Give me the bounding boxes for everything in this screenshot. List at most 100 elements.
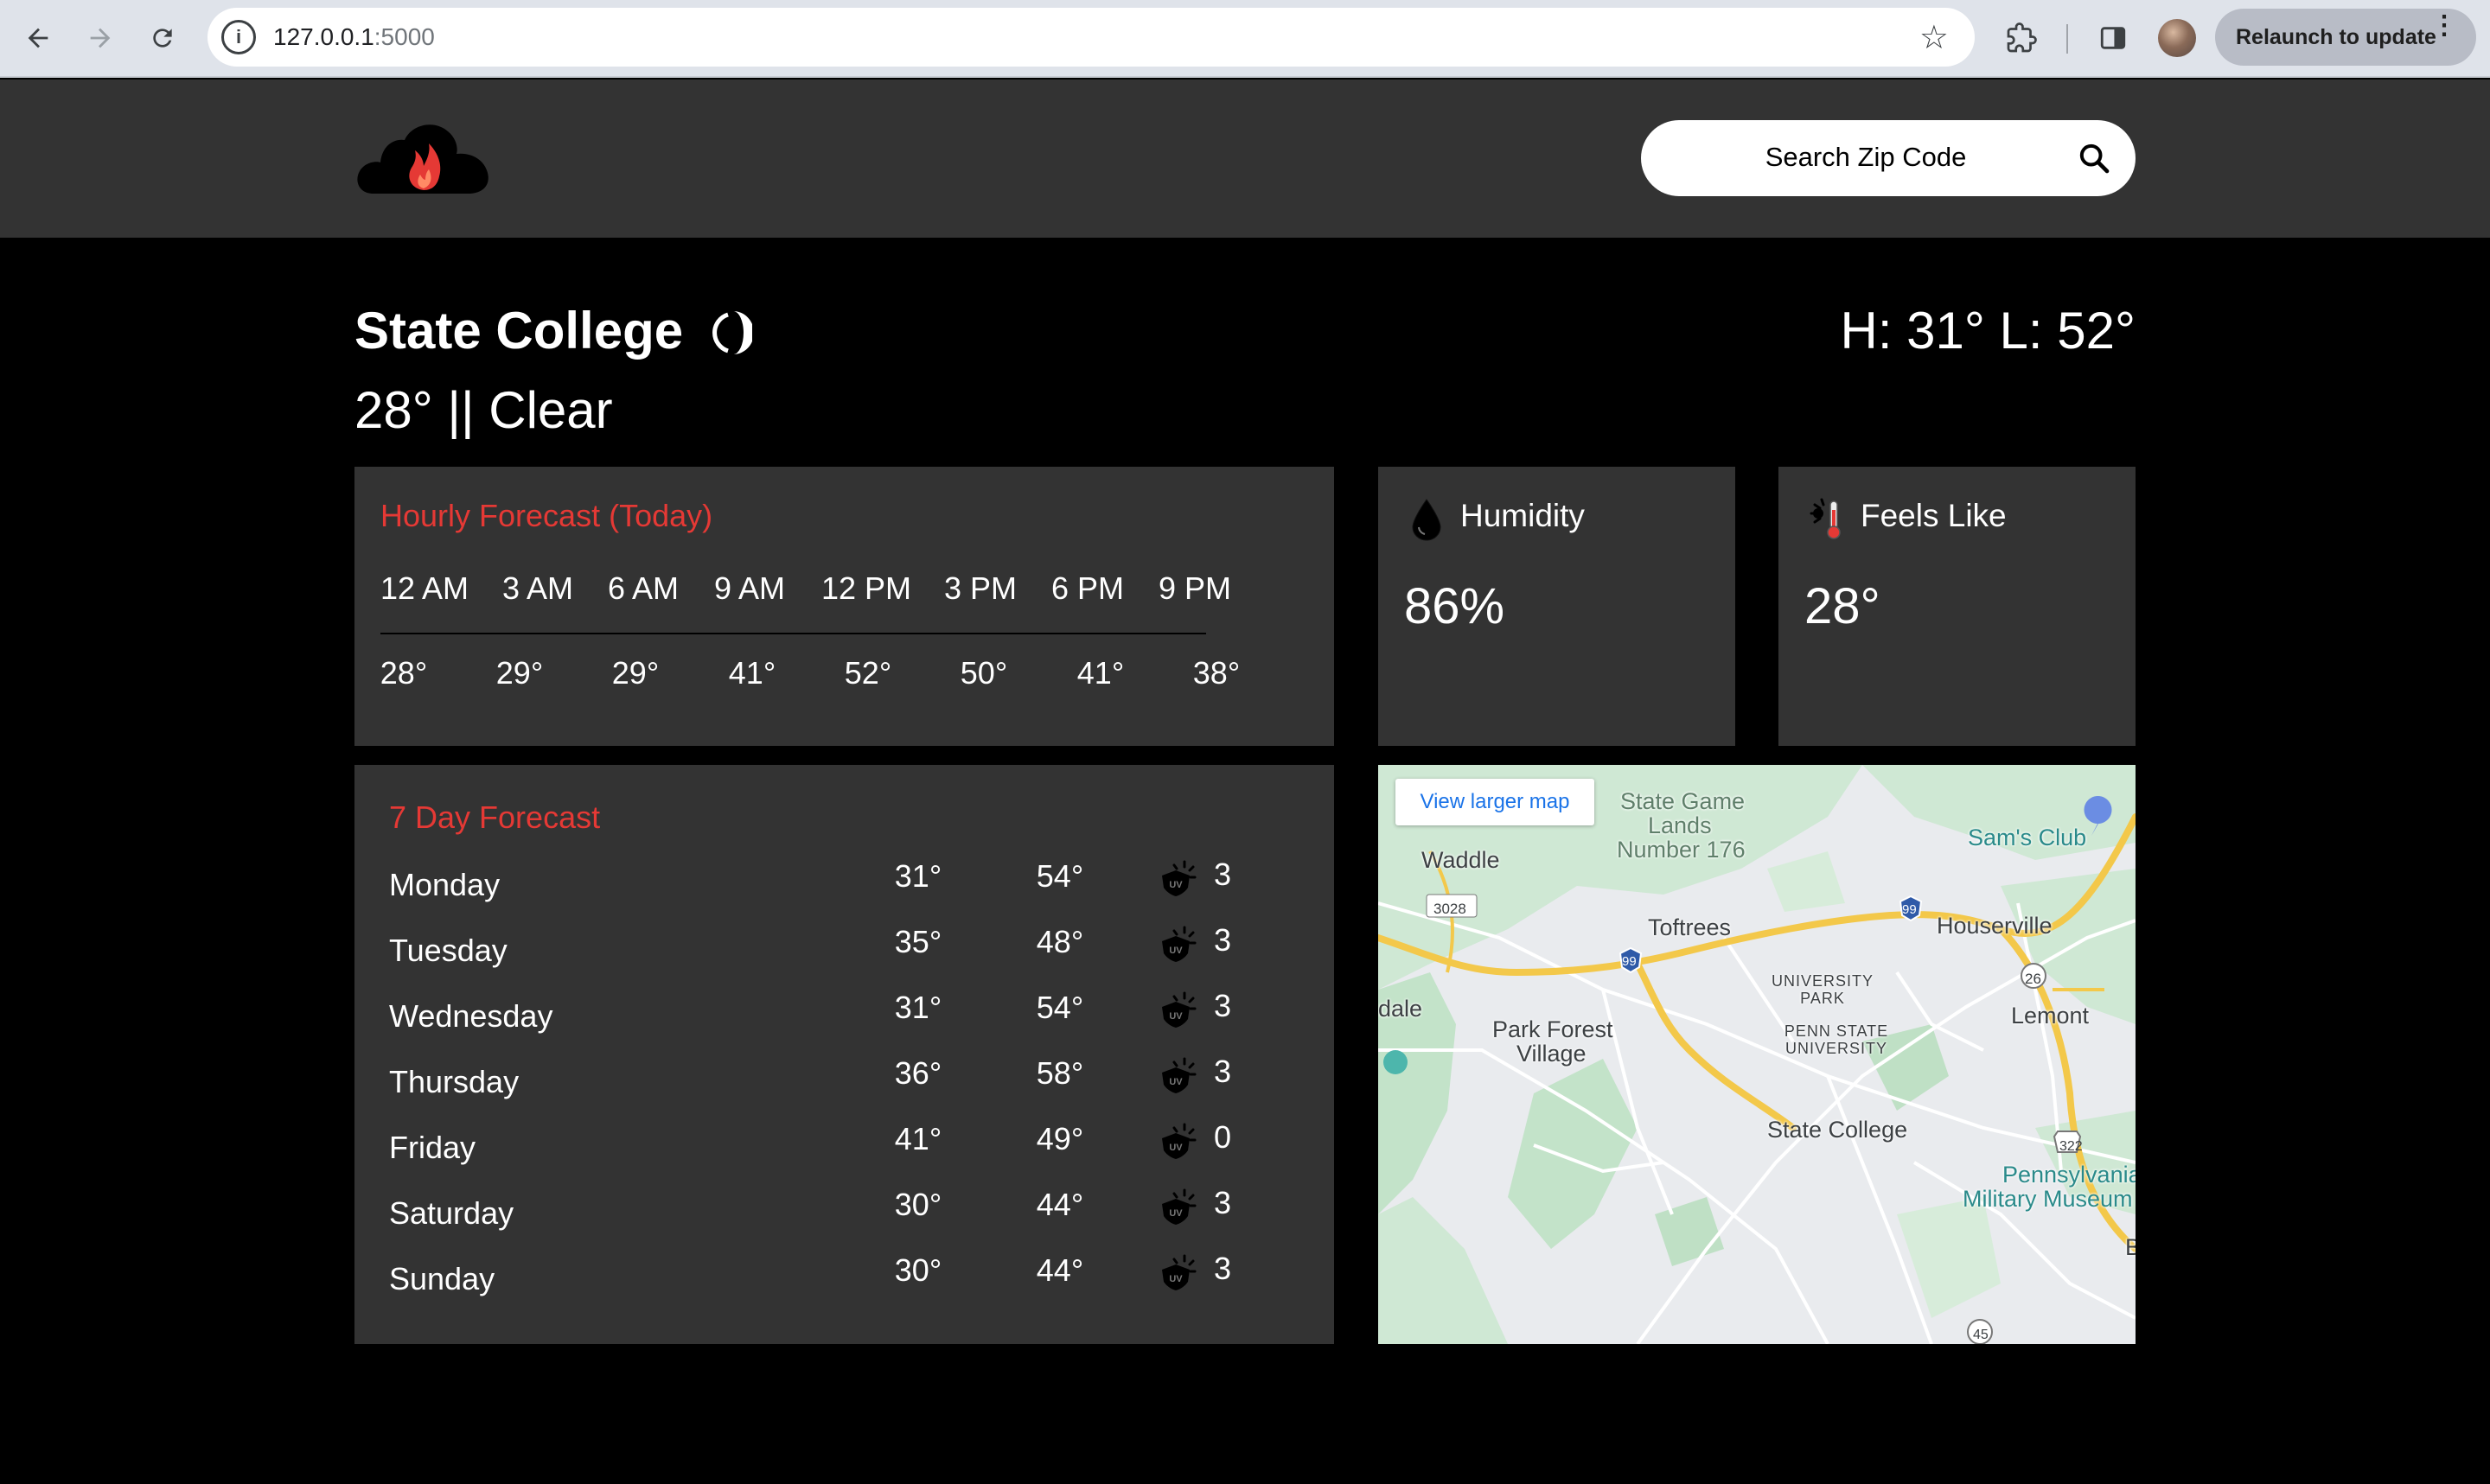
- uv-sun-icon: UV: [1162, 926, 1197, 962]
- map-route-label: 99: [1902, 902, 1917, 917]
- map-label: Toftrees: [1648, 914, 1732, 940]
- svg-text:UV: UV: [1169, 1274, 1183, 1284]
- droplet-icon: [1412, 499, 1441, 541]
- hourly-time: 3 PM: [943, 570, 1018, 606]
- forecast-day: Monday: [389, 867, 501, 902]
- hourly-forecast-panel: Hourly Forecast (Today) 12 AM 3 AM 6 AM …: [354, 467, 1334, 746]
- svg-text:UV: UV: [1169, 1208, 1183, 1219]
- site-info-icon[interactable]: i: [221, 20, 256, 54]
- side-panel-icon[interactable]: [2092, 17, 2134, 59]
- hourly-time: 12 PM: [820, 570, 912, 606]
- map-label: UNIVERSITY: [1784, 1040, 1888, 1057]
- url-text: 127.0.0.1:5000: [273, 23, 435, 50]
- more-menu-icon[interactable]: ⋮: [2431, 13, 2457, 39]
- forecast-uv: 3: [1214, 1054, 1232, 1089]
- hourly-time: 6 AM: [607, 570, 680, 606]
- forecast-low: 54°: [1036, 990, 1084, 1025]
- search-icon[interactable]: [2077, 141, 2111, 175]
- extensions-icon[interactable]: [2001, 17, 2042, 59]
- back-icon[interactable]: [19, 19, 57, 57]
- map-label: PARK: [1800, 990, 1845, 1007]
- forecast-high: 41°: [894, 1121, 942, 1156]
- humidity-value: 86%: [1404, 578, 1505, 634]
- zip-search-input[interactable]: [1676, 136, 2056, 179]
- map-label: Waddle: [1421, 847, 1500, 873]
- forecast-uv: 3: [1214, 857, 1232, 892]
- forecast-row: Tuesday 35° 48° UV 3: [354, 920, 1334, 986]
- hourly-time: 12 AM: [380, 570, 469, 606]
- forecast-high: 31°: [894, 990, 942, 1025]
- forecast-uv: 0: [1214, 1119, 1232, 1155]
- uv-sun-icon: UV: [1162, 1188, 1197, 1225]
- forecast-high: 31°: [894, 858, 942, 894]
- forecast-row: Thursday 36° 58° UV 3: [354, 1052, 1334, 1118]
- forecast-uv: 3: [1214, 1251, 1232, 1286]
- forecast-day: Tuesday: [389, 933, 508, 968]
- forecast-low: 44°: [1036, 1252, 1084, 1288]
- forecast-day: Saturday: [389, 1195, 514, 1231]
- forward-icon[interactable]: [81, 19, 119, 57]
- feels-like-card: Feels Like 28°: [1778, 467, 2136, 746]
- embedded-map[interactable]: View larger map State Game Lands Number …: [1378, 765, 2136, 1344]
- uv-sun-icon: UV: [1162, 1123, 1197, 1159]
- flame-cloud-icon[interactable]: [354, 119, 493, 195]
- forecast-low: 58°: [1036, 1055, 1084, 1091]
- map-label: Military Museum: [1963, 1186, 2133, 1212]
- bookmark-star-icon[interactable]: ☆: [1919, 18, 1949, 57]
- forecast-uv: 3: [1214, 922, 1232, 958]
- moon-phase-icon: [712, 311, 752, 354]
- forecast-high: 30°: [894, 1252, 942, 1288]
- current-conditions: 28° || Clear: [354, 381, 613, 439]
- humidity-card: Humidity 86%: [1378, 467, 1735, 746]
- map-label: Village: [1516, 1041, 1587, 1067]
- high-low-temps: H: 31° L: 52°: [1840, 302, 2136, 360]
- reload-icon[interactable]: [144, 19, 182, 57]
- forecast-row: Monday 31° 54° UV 3: [354, 855, 1334, 920]
- forecast-high: 35°: [894, 924, 942, 959]
- forecast-uv: 3: [1214, 988, 1232, 1023]
- forecast-day: Friday: [389, 1130, 476, 1165]
- forecast-high: 36°: [894, 1055, 942, 1091]
- map-label: UNIVERSITY: [1771, 972, 1874, 990]
- view-larger-map-button[interactable]: View larger map: [1395, 779, 1594, 825]
- address-bar[interactable]: i 127.0.0.1:5000 ☆: [208, 8, 1975, 67]
- map-label[interactable]: Sam's Club: [1968, 825, 2086, 850]
- hourly-time: 9 PM: [1158, 570, 1232, 606]
- forecast-high: 30°: [894, 1187, 942, 1222]
- map-route-label: 45: [1973, 1328, 1989, 1342]
- map-route-label: 26: [2025, 971, 2041, 987]
- forecast-day: Wednesday: [389, 998, 553, 1034]
- hourly-time: 6 PM: [1050, 570, 1125, 606]
- hourly-temp: 41°: [728, 655, 776, 691]
- weekly-forecast-title: 7 Day Forecast: [389, 799, 601, 835]
- feels-like-value: 28°: [1804, 578, 1880, 634]
- map-label: Houserville: [1937, 913, 2053, 939]
- hourly-divider: [380, 633, 1206, 634]
- toolbar-divider: [2066, 24, 2068, 54]
- map-label: Park Forest: [1492, 1016, 1613, 1042]
- svg-text:UV: UV: [1169, 880, 1183, 890]
- map-route-label: 99: [1622, 954, 1637, 969]
- relaunch-button[interactable]: Relaunch to update ⋮: [2215, 9, 2476, 66]
- weekly-forecast-panel: 7 Day Forecast Monday 31° 54° UV 3 Tuesd…: [354, 765, 1334, 1344]
- forecast-day: Thursday: [389, 1064, 520, 1099]
- uv-sun-icon: UV: [1162, 1254, 1197, 1290]
- uv-sun-icon: UV: [1162, 860, 1197, 896]
- map-label: dale: [1378, 996, 1423, 1022]
- feels-like-title: Feels Like: [1861, 498, 2007, 533]
- map-label: B: [2125, 1234, 2136, 1260]
- map-route-label: 3028: [1433, 901, 1466, 917]
- zip-search-box[interactable]: [1641, 120, 2136, 196]
- forecast-row: Saturday 30° 44° UV 3: [354, 1183, 1334, 1249]
- forecast-uv: 3: [1214, 1185, 1232, 1220]
- uv-sun-icon: UV: [1162, 991, 1197, 1028]
- svg-text:UV: UV: [1169, 1011, 1183, 1022]
- map-label: Lands: [1648, 812, 1712, 838]
- hourly-time: 3 AM: [501, 570, 574, 606]
- relaunch-label: Relaunch to update: [2236, 24, 2436, 49]
- humidity-title: Humidity: [1460, 498, 1585, 533]
- svg-text:UV: UV: [1169, 1077, 1183, 1087]
- map-label: State Game: [1620, 788, 1746, 814]
- profile-avatar[interactable]: [2158, 19, 2196, 57]
- hourly-temp: 50°: [960, 655, 1008, 691]
